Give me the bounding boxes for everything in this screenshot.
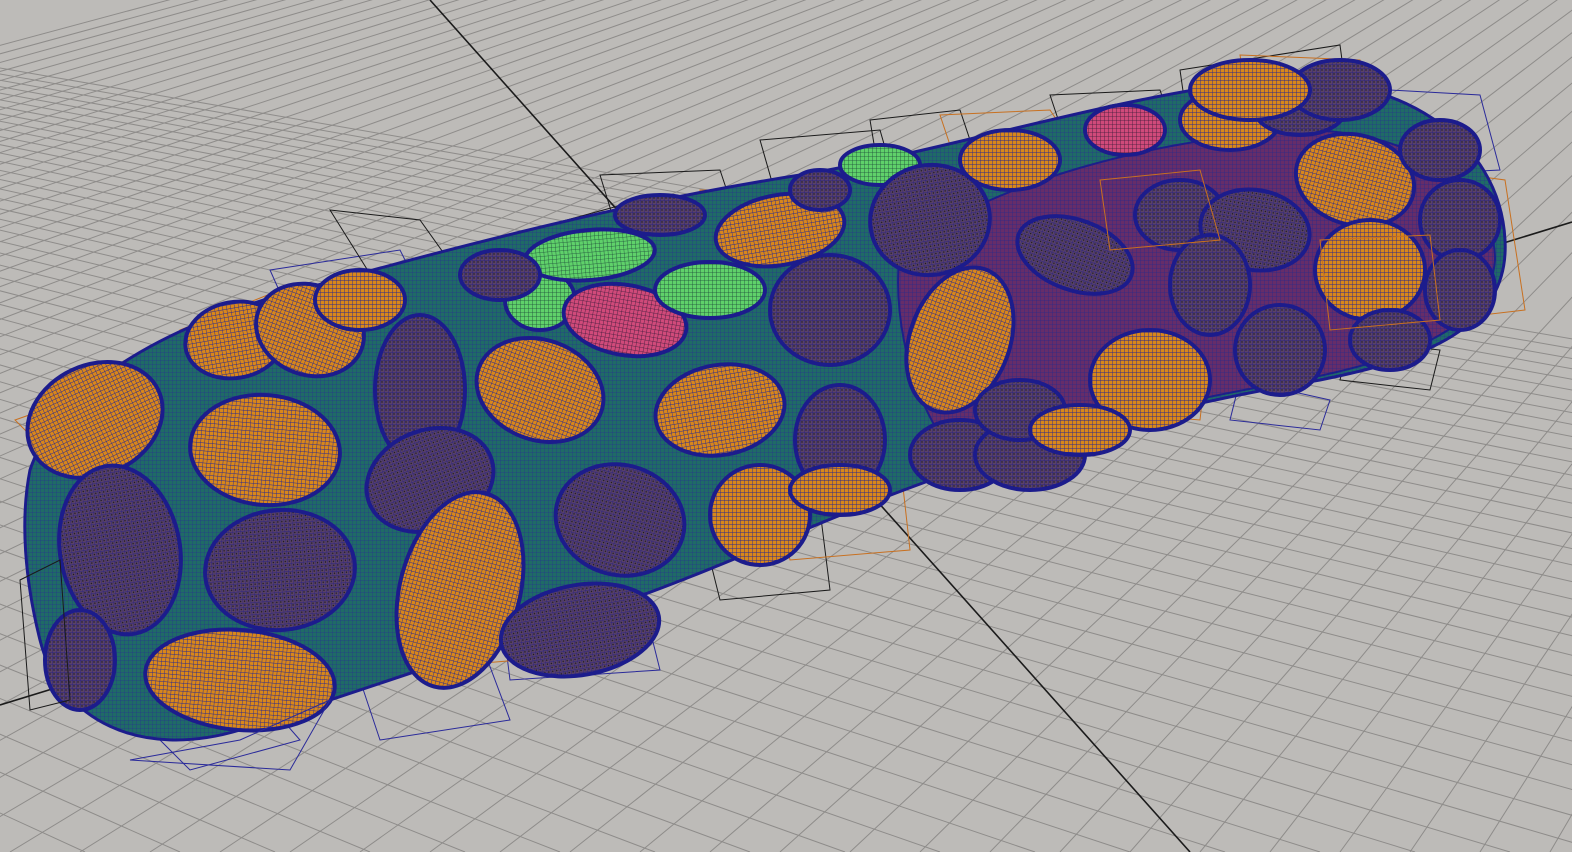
bean-mesh[interactable] [1188,58,1312,122]
bean-mesh[interactable] [613,193,707,237]
bean-mesh[interactable] [1233,303,1327,397]
3d-viewport[interactable] [0,0,1572,852]
bean-mesh[interactable] [768,253,892,367]
bean-mesh[interactable] [43,608,117,712]
bean-mesh[interactable] [653,260,767,320]
bean-mesh[interactable] [1083,103,1167,157]
bean-mesh[interactable] [1168,233,1252,337]
bean-mesh[interactable] [1398,118,1482,182]
bean-mesh[interactable] [458,248,542,302]
bean-mesh[interactable] [788,463,892,517]
bean-mesh[interactable] [788,168,852,212]
bean-mesh[interactable] [1028,403,1132,457]
bean-mesh[interactable] [1348,308,1432,372]
bean-mesh[interactable] [1423,248,1497,332]
bean-mesh[interactable] [313,268,407,332]
bean-mesh[interactable] [1313,218,1427,322]
bean-mesh[interactable] [958,128,1062,192]
